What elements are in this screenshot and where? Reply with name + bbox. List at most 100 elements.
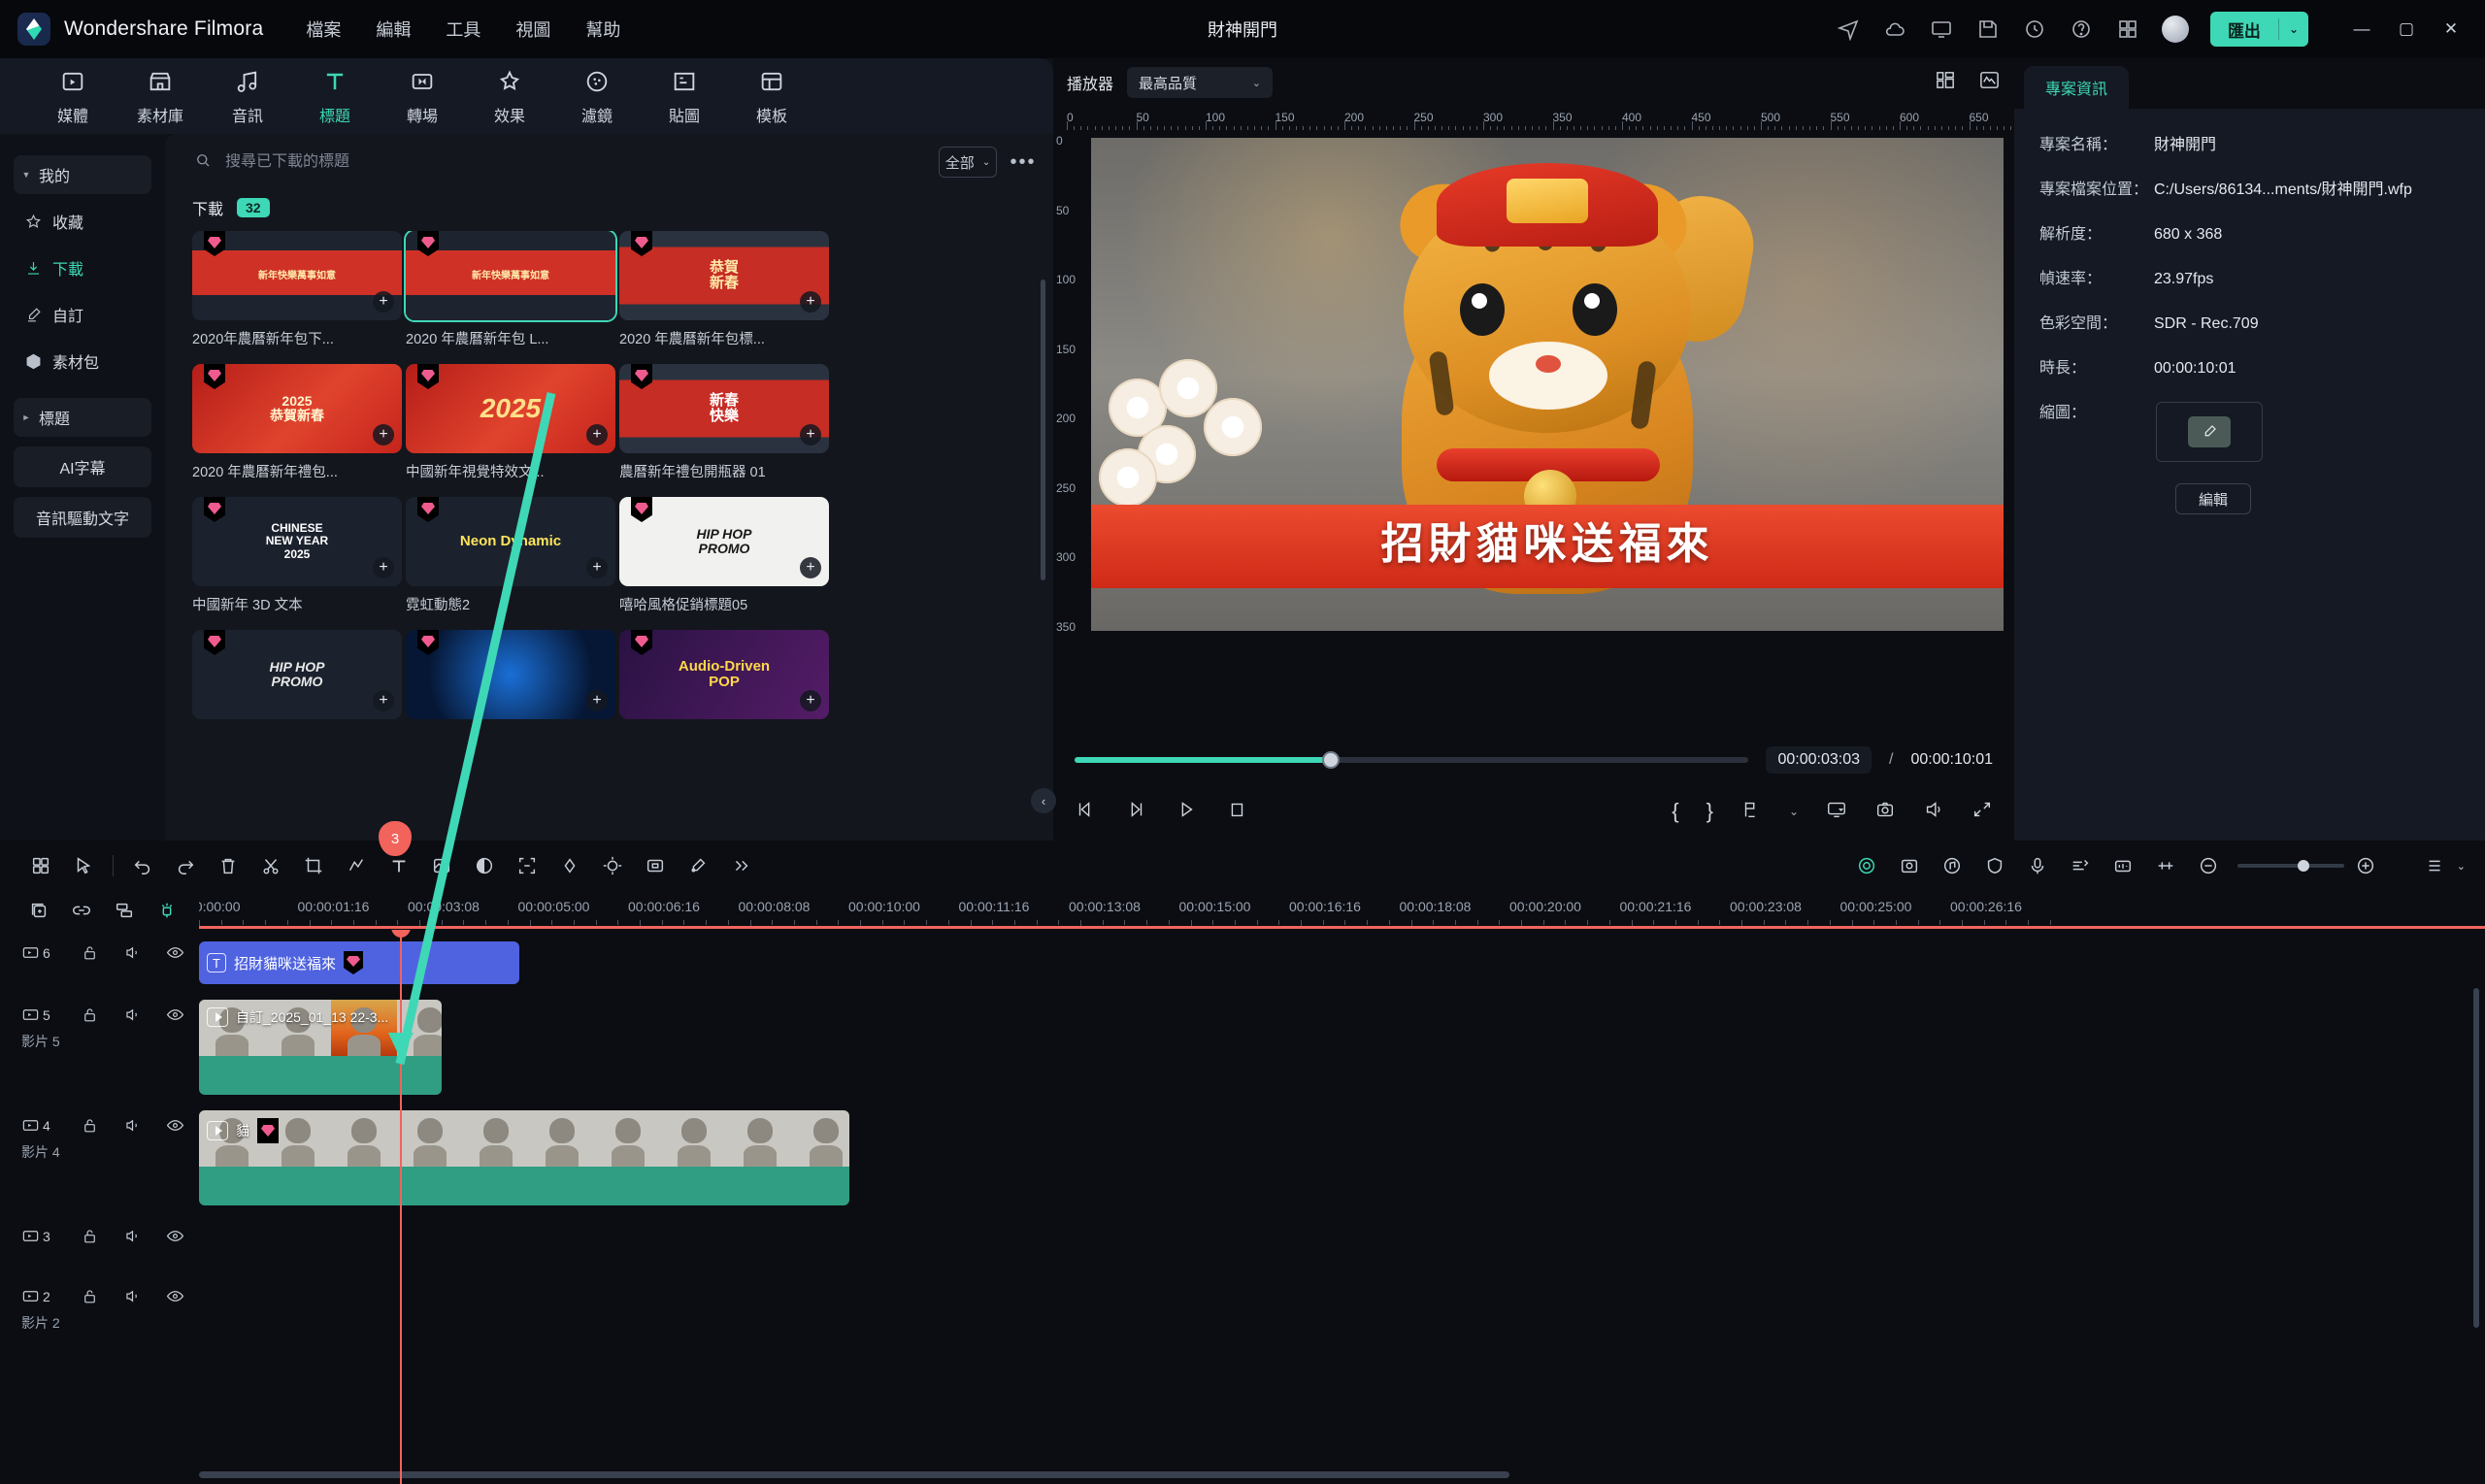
menu-item-edit[interactable]: 編輯 — [376, 16, 411, 42]
markers-icon[interactable] — [1740, 799, 1762, 825]
mute-icon[interactable] — [111, 1227, 153, 1245]
tab-effects[interactable]: 效果 — [466, 67, 553, 126]
apps-grid-icon[interactable] — [2115, 16, 2140, 42]
template-cell[interactable]: Neon Dynamic + 霓虹動態2 — [406, 497, 615, 614]
mute-icon[interactable] — [111, 1287, 153, 1305]
tab-audio[interactable]: 音訊 — [204, 67, 291, 126]
menu-item-help[interactable]: 幫助 — [585, 16, 620, 42]
template-thumbnail[interactable]: Neon Dynamic + — [406, 497, 615, 586]
playhead[interactable] — [391, 930, 411, 1484]
undo-icon[interactable] — [121, 844, 164, 887]
fullscreen-icon[interactable] — [1971, 799, 1993, 825]
waveform-icon[interactable] — [1978, 69, 2001, 96]
tab-media[interactable]: 媒體 — [29, 67, 116, 126]
sidebar-item-downloads[interactable]: 下載 — [14, 245, 151, 291]
more-icon[interactable] — [719, 844, 762, 887]
zoom-out-icon[interactable] — [2187, 844, 2230, 887]
add-icon[interactable]: + — [800, 557, 821, 578]
nav-group-mine[interactable]: ▼ 我的 — [14, 155, 151, 194]
more-options-icon[interactable]: ••• — [1009, 151, 1038, 174]
crop-icon[interactable] — [292, 844, 335, 887]
seek-bar[interactable] — [1075, 751, 1749, 769]
eye-icon[interactable] — [153, 1227, 196, 1245]
send-icon[interactable] — [1836, 16, 1861, 42]
audio-driven-text-button[interactable]: 音訊驅動文字 — [14, 497, 151, 538]
lock-icon[interactable] — [68, 1116, 111, 1135]
zoom-track[interactable] — [2236, 860, 2344, 872]
template-cell[interactable]: 新年快樂萬事如意 + 2020年農曆新年包下... — [192, 231, 402, 348]
add-icon[interactable]: + — [586, 424, 608, 445]
tab-titles[interactable]: 標題 — [291, 67, 379, 126]
template-cell[interactable]: 2025 恭賀新春 + 2020 年農曆新年禮包... — [192, 364, 402, 481]
ai-music-icon[interactable] — [1931, 844, 1973, 887]
menu-bar[interactable]: 檔案 編輯 工具 視圖 幫助 — [306, 16, 620, 42]
tab-templates[interactable]: 模板 — [728, 67, 815, 126]
add-icon[interactable]: + — [800, 690, 821, 711]
mask-icon[interactable] — [420, 844, 463, 887]
tab-stickers[interactable]: 貼圖 — [641, 67, 728, 126]
pencil-icon[interactable] — [2188, 416, 2231, 447]
template-thumbnail[interactable]: 2025 恭賀新春 + — [192, 364, 402, 453]
keyframe-icon[interactable] — [548, 844, 591, 887]
template-cell[interactable]: 新春 快樂 + 農曆新年禮包開瓶器 01 — [619, 364, 829, 481]
library-scrollbar[interactable] — [1041, 280, 1045, 580]
add-track-icon[interactable] — [17, 889, 60, 932]
lock-icon[interactable] — [68, 1287, 111, 1305]
thumbnail-preview[interactable] — [2156, 402, 2263, 462]
tab-filters[interactable]: 濾鏡 — [553, 67, 641, 126]
mic-icon[interactable] — [2016, 844, 2059, 887]
mark-out-icon[interactable]: } — [1706, 799, 1713, 824]
template-thumbnail[interactable]: CHINESE NEW YEAR 2025 + — [192, 497, 402, 586]
template-thumbnail[interactable]: 新春 快樂 + — [619, 364, 829, 453]
add-icon[interactable]: + — [373, 424, 394, 445]
stop-icon[interactable] — [1226, 799, 1247, 825]
lock-icon[interactable] — [68, 943, 111, 962]
template-thumbnail[interactable]: 恭賀 新春 + — [619, 231, 829, 320]
add-icon[interactable]: + — [373, 557, 394, 578]
sidebar-item-packages[interactable]: 素材包 — [14, 338, 151, 384]
prev-frame-icon[interactable] — [1075, 799, 1096, 825]
zoom-in-icon[interactable] — [2344, 844, 2387, 887]
zoom-handle[interactable] — [2297, 860, 2309, 872]
mute-icon[interactable] — [111, 1006, 153, 1024]
lock-icon[interactable] — [68, 1227, 111, 1245]
save-icon[interactable] — [1975, 16, 2001, 42]
monitor-icon[interactable] — [1929, 16, 1954, 42]
video-clip[interactable]: 貓 — [199, 1110, 849, 1205]
redo-icon[interactable] — [164, 844, 207, 887]
quality-select[interactable]: 最高品質 ⌄ — [1127, 67, 1274, 98]
grid-icon[interactable] — [19, 844, 62, 887]
marker-icon[interactable] — [146, 889, 188, 932]
export-button[interactable]: 匯出 ⌄ — [2209, 12, 2308, 47]
tab-stock[interactable]: 素材庫 — [116, 67, 204, 126]
search-box[interactable] — [181, 143, 927, 181]
cursor-icon[interactable] — [62, 844, 105, 887]
grid-view-icon[interactable] — [1935, 69, 1957, 96]
avatar[interactable] — [2161, 16, 2189, 43]
add-icon[interactable]: + — [800, 291, 821, 313]
filter-dropdown[interactable]: 全部 ⌄ — [939, 147, 997, 178]
chevron-down-icon[interactable]: ⌄ — [2457, 860, 2466, 873]
ai-subtitle-button[interactable]: AI字幕 — [14, 446, 151, 487]
eye-icon[interactable] — [153, 1006, 196, 1024]
template-cell[interactable]: 新年快樂萬事如意 2020 年農曆新年包 L... — [406, 231, 615, 348]
sidebar-item-favorites[interactable]: 收藏 — [14, 198, 151, 245]
collapse-panel-button[interactable]: ‹ — [1031, 788, 1056, 813]
minimize-button[interactable]: — — [2339, 0, 2384, 58]
add-icon[interactable]: + — [373, 690, 394, 711]
timeline-horizontal-scrollbar[interactable] — [199, 1471, 2466, 1478]
maximize-button[interactable]: ▢ — [2384, 0, 2429, 58]
add-icon[interactable]: + — [373, 291, 394, 313]
mute-icon[interactable] — [111, 1116, 153, 1135]
chevron-down-icon[interactable]: ⌄ — [1789, 805, 1799, 818]
template-thumbnail[interactable]: + — [406, 630, 615, 719]
menu-item-view[interactable]: 視圖 — [515, 16, 550, 42]
color-match-icon[interactable] — [463, 844, 506, 887]
zoom-slider[interactable] — [2236, 860, 2344, 872]
sidebar-item-custom[interactable]: 自訂 — [14, 291, 151, 338]
eye-icon[interactable] — [153, 1287, 196, 1305]
close-button[interactable]: ✕ — [2429, 0, 2473, 58]
template-cell[interactable]: 恭賀 新春 + 2020 年農曆新年包標... — [619, 231, 829, 348]
link-icon[interactable] — [60, 889, 103, 932]
timeline-vertical-scrollbar[interactable] — [2473, 988, 2479, 1328]
